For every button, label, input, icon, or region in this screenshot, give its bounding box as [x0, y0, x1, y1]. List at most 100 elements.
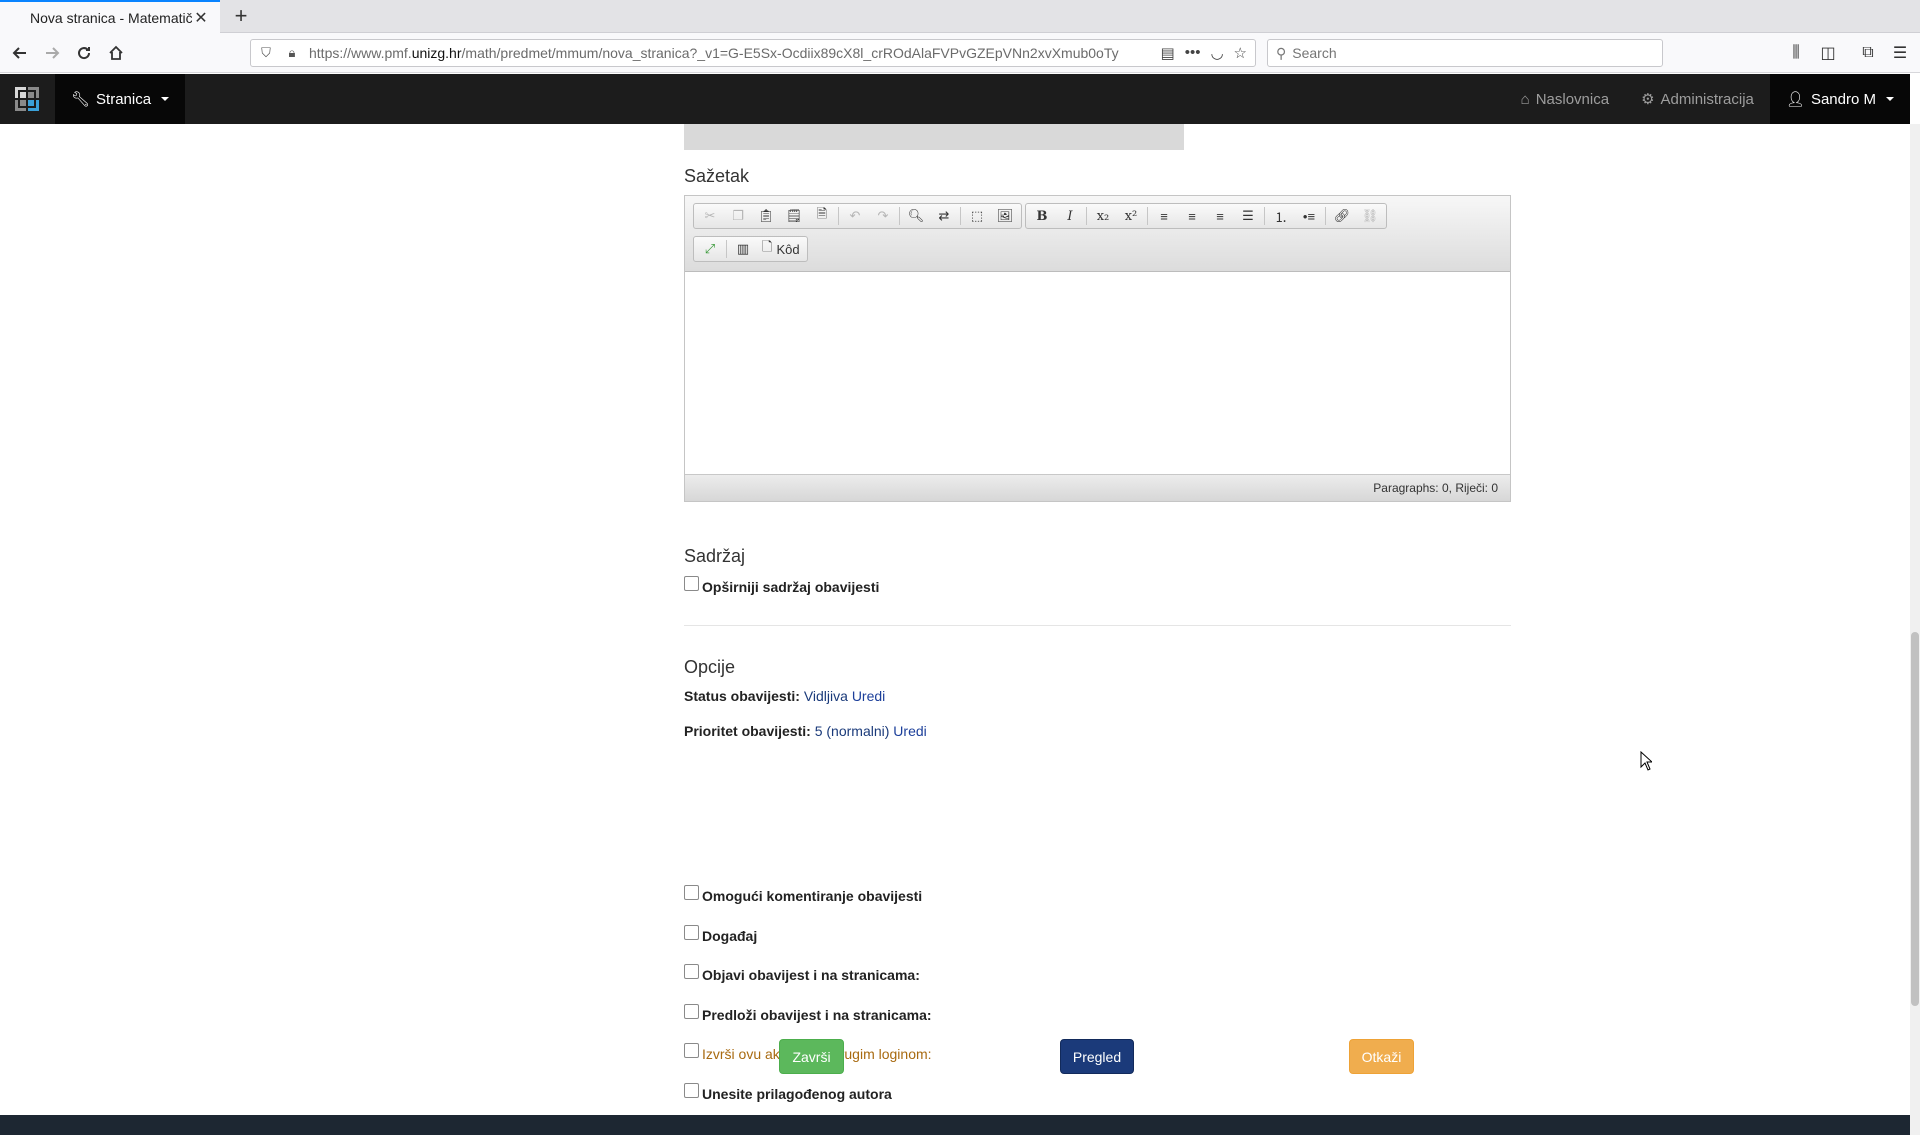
find-icon[interactable]: 🔍︎ — [902, 205, 930, 227]
lock-icon[interactable]: 🔒︎ — [281, 45, 303, 61]
align-justify-icon[interactable]: ☰ — [1234, 205, 1262, 227]
browser-tab-active[interactable]: Nova stranica - Matematičk ✕ — [0, 0, 220, 34]
custom-author-checkbox[interactable] — [684, 1083, 699, 1098]
nav-link-administracija[interactable]: ⚙ Administracija — [1625, 74, 1770, 124]
subscript-icon[interactable]: x₂ — [1089, 205, 1117, 227]
site-navbar: 🔧︎ Stranica ⌂ Naslovnica ⚙ Administracij… — [0, 74, 1910, 124]
align-center-icon[interactable]: ≡ — [1178, 205, 1206, 227]
numbered-list-icon[interactable]: ⒈ — [1267, 205, 1295, 227]
extensions-icon[interactable]: ⧉ — [1856, 41, 1880, 65]
library-icon[interactable]: ⫼ — [1784, 41, 1808, 65]
toolbar-group-view: ⤢ ▥ 🗋︎ Kôd — [693, 236, 808, 262]
stranica-menu-label: Stranica — [96, 90, 152, 108]
status-option: Status obavijesti: Vidljiva Uredi — [684, 688, 886, 704]
menu-icon[interactable]: ☰ — [1888, 41, 1912, 65]
bold-icon[interactable]: B — [1028, 205, 1056, 227]
link-icon[interactable]: 🔗︎ — [1328, 205, 1356, 227]
section-divider — [684, 625, 1511, 626]
superscript-icon[interactable]: x² — [1117, 205, 1145, 227]
user-icon: 👤︎ — [1785, 91, 1805, 108]
page-scrollbar-thumb[interactable] — [1911, 632, 1919, 1006]
edit-status-link[interactable]: Uredi — [852, 688, 885, 704]
new-tab-icon[interactable]: + — [230, 5, 252, 27]
stranica-menu-button[interactable]: 🔧︎ Stranica — [55, 74, 186, 124]
extended-content-option: Opširniji sadržaj obavijesti — [684, 576, 879, 595]
publish-on-pages-checkbox[interactable] — [684, 964, 699, 979]
source-code-button[interactable]: 🗋︎ Kôd — [757, 238, 805, 260]
priority-value: 5 (normalni) — [814, 723, 890, 739]
toolbar-group-format: B I x₂ x² ≡ ≡ ≡ ☰ ⒈ •≡ 🔗︎ ⛓ — [1025, 203, 1387, 229]
user-menu-button[interactable]: 👤︎ Sandro M — [1769, 74, 1910, 124]
tracking-shield-icon[interactable]: ⛉ — [255, 45, 277, 61]
event-option: Događaj — [684, 925, 757, 944]
image-icon[interactable]: 🖼︎ — [991, 205, 1019, 227]
site-logo-icon[interactable] — [14, 86, 40, 112]
browser-tab-bar: Nova stranica - Matematičk ✕ + — [0, 0, 1920, 34]
url-bar[interactable]: ⛉ 🔒︎ https://www.pmf.unizg.hr/math/predm… — [250, 39, 1256, 67]
caret-down-icon — [161, 97, 170, 101]
back-icon[interactable] — [8, 41, 32, 65]
redo-icon[interactable]: ↷ — [869, 205, 897, 227]
replace-icon[interactable]: ⇄ — [930, 205, 958, 227]
mouse-cursor-icon — [1640, 751, 1652, 771]
url-text[interactable]: https://www.pmf.unizg.hr/math/predmet/mm… — [309, 45, 1161, 61]
paste-word-icon[interactable]: 🗎︎ — [808, 205, 836, 227]
previous-field-bottom — [684, 124, 1184, 150]
cancel-button[interactable]: Otkaži — [1349, 1039, 1414, 1074]
sidebar-icon[interactable]: ◫ — [1816, 41, 1840, 65]
preview-button[interactable]: Pregled — [1060, 1039, 1134, 1074]
reader-view-icon[interactable]: ▤ — [1161, 44, 1175, 62]
page-footer — [0, 1115, 1910, 1135]
finish-button[interactable]: Završi — [779, 1039, 844, 1074]
cut-icon[interactable]: ✂ — [696, 205, 724, 227]
suggest-on-pages-option: Predloži obavijest i na stranicama: — [684, 1004, 932, 1023]
publish-on-pages-option: Objavi obavijest i na stranicama: — [684, 964, 920, 983]
editor-toolbar: ✂ ❐ 📋︎ 🗒︎ 🗎︎ ↶ ↷ 🔍︎ ⇄ ⬚ 🖼︎ B I x₂ x² ≡ ≡… — [685, 196, 1510, 272]
pocket-icon[interactable]: ◡ — [1210, 44, 1223, 62]
home-icon: ⌂ — [1520, 90, 1530, 108]
search-input[interactable] — [1292, 45, 1633, 61]
extended-content-checkbox[interactable] — [684, 576, 699, 591]
show-blocks-icon[interactable]: ▥ — [729, 238, 757, 260]
caret-down-icon — [1886, 97, 1894, 101]
reload-icon[interactable] — [72, 41, 96, 65]
bookmark-star-icon[interactable]: ☆ — [1234, 44, 1247, 62]
bulleted-list-icon[interactable]: •≡ — [1295, 205, 1323, 227]
copy-icon[interactable]: ❐ — [724, 205, 752, 227]
gear-icon: ⚙ — [1641, 91, 1655, 108]
enable-comments-option: Omogući komentiranje obavijesti — [684, 885, 922, 904]
tab-title: Nova stranica - Matematičk — [30, 10, 192, 26]
edit-priority-link[interactable]: Uredi — [893, 723, 926, 739]
other-login-checkbox[interactable] — [684, 1043, 699, 1058]
italic-icon[interactable]: I — [1056, 205, 1084, 227]
select-all-icon[interactable]: ⬚ — [963, 205, 991, 227]
wrench-icon: 🔧︎ — [71, 91, 91, 108]
summary-rich-text-editor[interactable]: ✂ ❐ 📋︎ 🗒︎ 🗎︎ ↶ ↷ 🔍︎ ⇄ ⬚ 🖼︎ B I x₂ x² ≡ ≡… — [684, 195, 1511, 502]
source-code-icon: 🗋︎ — [762, 239, 773, 254]
paste-text-icon[interactable]: 🗒︎ — [780, 205, 808, 227]
forward-icon[interactable] — [40, 41, 64, 65]
sadrzaj-heading: Sadržaj — [684, 546, 746, 566]
page-actions-icon[interactable]: ••• — [1185, 44, 1201, 62]
align-right-icon[interactable]: ≡ — [1206, 205, 1234, 227]
home-icon[interactable] — [104, 41, 128, 65]
search-bar[interactable]: ⚲ — [1267, 39, 1663, 67]
search-icon: ⚲ — [1276, 44, 1287, 61]
status-value: Vidljiva — [803, 688, 848, 704]
toolbar-group-clipboard: ✂ ❐ 📋︎ 🗒︎ 🗎︎ ↶ ↷ 🔍︎ ⇄ ⬚ 🖼︎ — [693, 203, 1022, 229]
opcije-heading: Opcije — [684, 657, 736, 677]
undo-icon[interactable]: ↶ — [841, 205, 869, 227]
custom-author-option: Unesite prilagođenog autora — [684, 1083, 892, 1102]
priority-option: Prioritet obavijesti: 5 (normalni) Uredi — [684, 723, 927, 739]
editor-status-bar: Paragraphs: 0, Riječi: 0 — [685, 474, 1510, 501]
maximize-icon[interactable]: ⤢ — [696, 238, 724, 260]
paste-icon[interactable]: 📋︎ — [752, 205, 780, 227]
unlink-icon[interactable]: ⛓ — [1356, 205, 1384, 227]
event-checkbox[interactable] — [684, 925, 699, 940]
nav-link-naslovnica[interactable]: ⌂ Naslovnica — [1505, 74, 1625, 124]
suggest-on-pages-checkbox[interactable] — [684, 1004, 699, 1019]
enable-comments-checkbox[interactable] — [684, 885, 699, 900]
close-tab-icon[interactable]: ✕ — [192, 8, 210, 28]
editor-text-area[interactable] — [685, 272, 1510, 474]
align-left-icon[interactable]: ≡ — [1150, 205, 1178, 227]
